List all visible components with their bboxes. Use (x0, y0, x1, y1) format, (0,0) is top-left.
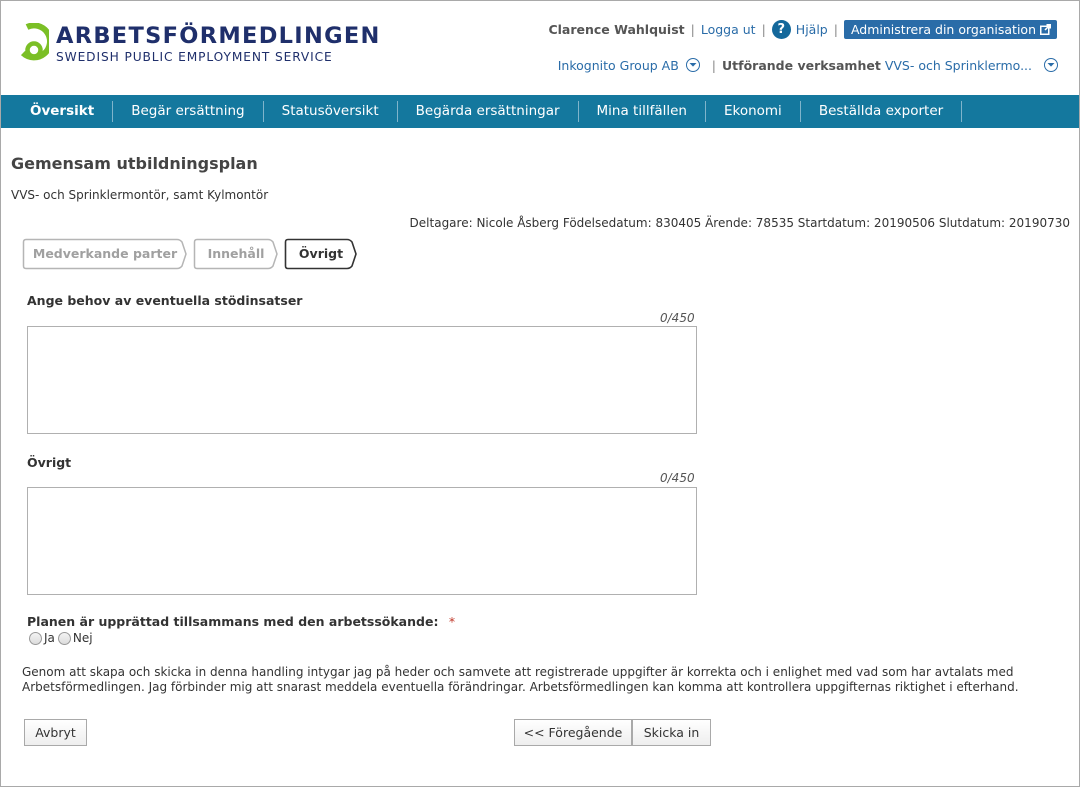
radio-yes[interactable] (29, 631, 42, 645)
organization-bar: Inkognito Group AB | Utförande verksamhe… (558, 55, 1058, 75)
logout-link[interactable]: Logga ut (701, 22, 756, 37)
nav-item-mina-tillfallen[interactable]: Mina tillfällen (579, 101, 706, 122)
participant-info: Deltagare: Nicole Åsberg Födelsedatum: 8… (409, 216, 1070, 230)
main-nav: Översikt Begär ersättning Statusöversikt… (1, 95, 1079, 128)
admin-organization-label: Administrera din organisation (850, 21, 1036, 37)
step-label: Innehåll (207, 246, 265, 261)
user-bar: Clarence Wahlquist | Logga ut | ? Hjälp … (548, 18, 1057, 40)
logo-mark-icon (20, 23, 49, 61)
brand-logo[interactable]: ARBETSFÖRMEDLINGEN SWEDISH PUBLIC EMPLOY… (19, 23, 381, 65)
question-circle-icon[interactable]: ? (771, 19, 791, 39)
step-innehall[interactable]: Innehåll (193, 238, 279, 270)
previous-button[interactable]: << Föregående (514, 719, 632, 746)
brand-subtitle: SWEDISH PUBLIC EMPLOYMENT SERVICE (56, 49, 333, 64)
external-link-icon (1040, 23, 1051, 35)
user-name: Clarence Wahlquist (548, 21, 685, 37)
page-subtitle: VVS- och Sprinklermontör, samt Kylmontör (11, 188, 269, 202)
chevron-down-icon[interactable] (685, 58, 700, 72)
other-counter: 0/450 (660, 471, 695, 485)
plan-radio-group: Ja Nej (29, 631, 96, 645)
support-needs-counter: 0/450 (660, 311, 695, 325)
separator: | (690, 21, 695, 37)
plan-question-text: Planen är upprättad tillsammans med den … (27, 614, 439, 629)
support-needs-textarea[interactable] (27, 326, 697, 434)
admin-organization-button[interactable]: Administrera din organisation (843, 19, 1057, 39)
plan-question: Planen är upprättad tillsammans med den … (27, 614, 455, 629)
nav-item-statusoversikt[interactable]: Statusöversikt (264, 101, 398, 122)
nav-item-begar-ersattning[interactable]: Begär ersättning (113, 101, 264, 122)
other-textarea[interactable] (27, 487, 697, 595)
step-ovrigt[interactable]: Övrigt (284, 238, 358, 270)
required-marker: * (448, 614, 456, 629)
nav-item-begarda-ersattningar[interactable]: Begärda ersättningar (398, 101, 579, 122)
declaration-text: Genom att skapa och skicka in denna hand… (22, 665, 1019, 694)
step-label: Medverkande parter (32, 246, 178, 261)
step-label: Övrigt (298, 246, 344, 261)
nav-item-ekonomi[interactable]: Ekonomi (706, 101, 801, 122)
radio-yes-label[interactable]: Ja (44, 631, 55, 645)
nav-item-oversikt[interactable]: Översikt (1, 101, 114, 122)
radio-no-label[interactable]: Nej (73, 631, 93, 645)
cancel-button[interactable]: Avbryt (24, 719, 87, 746)
separator: | (833, 21, 838, 37)
help-link[interactable]: Hjälp (796, 22, 828, 37)
unit-selector[interactable]: VVS- och Sprinklermo... (885, 58, 1032, 73)
step-medverkande-parter[interactable]: Medverkande parter (22, 238, 188, 270)
brand-name: ARBETSFÖRMEDLINGEN (56, 22, 381, 49)
nav-item-bestallda-exporter[interactable]: Beställda exporter (801, 101, 963, 122)
organization-selector[interactable]: Inkognito Group AB (558, 58, 679, 73)
separator: | (761, 21, 766, 37)
unit-label: Utförande verksamhet (722, 57, 881, 73)
radio-no[interactable] (57, 631, 71, 645)
page-title: Gemensam utbildningsplan (11, 154, 258, 173)
other-label: Övrigt (27, 455, 72, 470)
submit-button[interactable]: Skicka in (632, 719, 711, 746)
support-needs-label: Ange behov av eventuella stödinsatser (27, 293, 303, 308)
separator: | (711, 57, 717, 73)
chevron-down-icon[interactable] (1044, 58, 1058, 72)
